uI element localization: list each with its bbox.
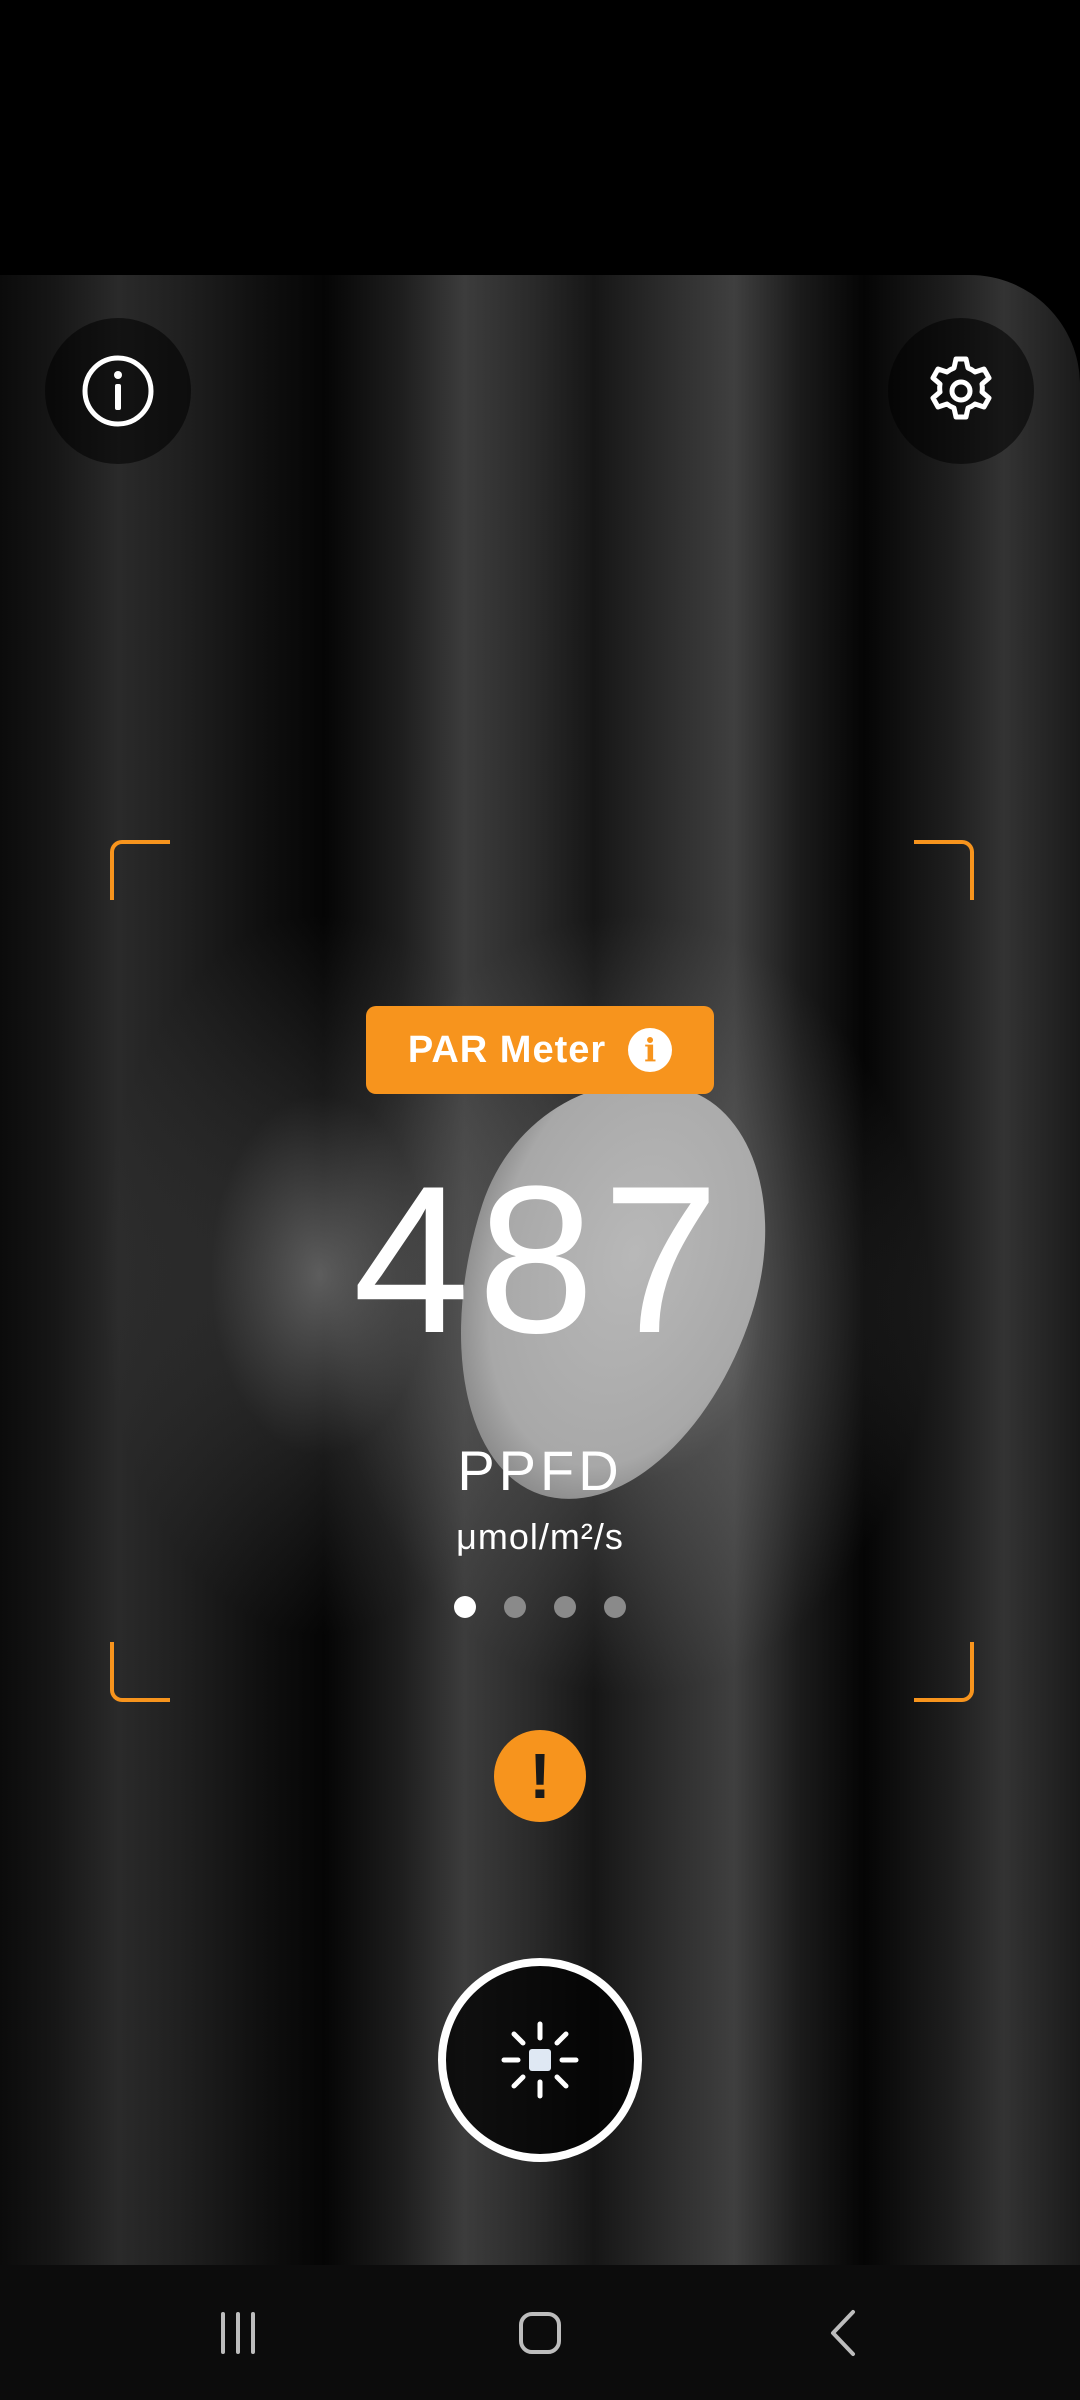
- settings-button[interactable]: [888, 318, 1034, 464]
- capture-button[interactable]: [438, 1958, 642, 2162]
- reading-unit: PPFD: [457, 1439, 623, 1502]
- back-button[interactable]: [784, 2285, 904, 2381]
- home-button[interactable]: [480, 2285, 600, 2381]
- page-dot[interactable]: [604, 1596, 626, 1618]
- info-icon: [82, 355, 154, 427]
- gear-icon: [930, 356, 992, 420]
- viewfinder-corner-bottom-left: [110, 1642, 170, 1702]
- system-navigation-bar: [0, 2265, 1080, 2400]
- mode-badge[interactable]: PAR Meter i: [366, 1006, 714, 1094]
- page-indicator[interactable]: [0, 1596, 1080, 1618]
- screen: PAR Meter i 487 PPFD μmol/m²/s !: [0, 0, 1080, 2400]
- back-icon: [831, 2310, 855, 2356]
- viewfinder-corner-top-right: [914, 840, 974, 900]
- info-button[interactable]: [45, 318, 191, 464]
- light-sensor-icon: [501, 2021, 579, 2099]
- home-icon: [519, 2312, 561, 2354]
- viewfinder-corner-top-left: [110, 840, 170, 900]
- page-dot[interactable]: [504, 1596, 526, 1618]
- status-bar: [0, 0, 1080, 120]
- mode-label: PAR Meter: [407, 1028, 607, 1071]
- warning-button[interactable]: !: [494, 1730, 586, 1822]
- mode-info-icon: i: [628, 1028, 673, 1072]
- recent-apps-icon: [221, 2312, 255, 2354]
- warning-icon: !: [529, 1740, 551, 1812]
- reading-value: 487: [352, 1142, 728, 1377]
- reading-unit-detail: μmol/m²/s: [456, 1516, 624, 1557]
- recent-apps-button[interactable]: [178, 2285, 298, 2381]
- page-dot[interactable]: [454, 1596, 476, 1618]
- viewfinder-corner-bottom-right: [914, 1642, 974, 1702]
- page-dot[interactable]: [554, 1596, 576, 1618]
